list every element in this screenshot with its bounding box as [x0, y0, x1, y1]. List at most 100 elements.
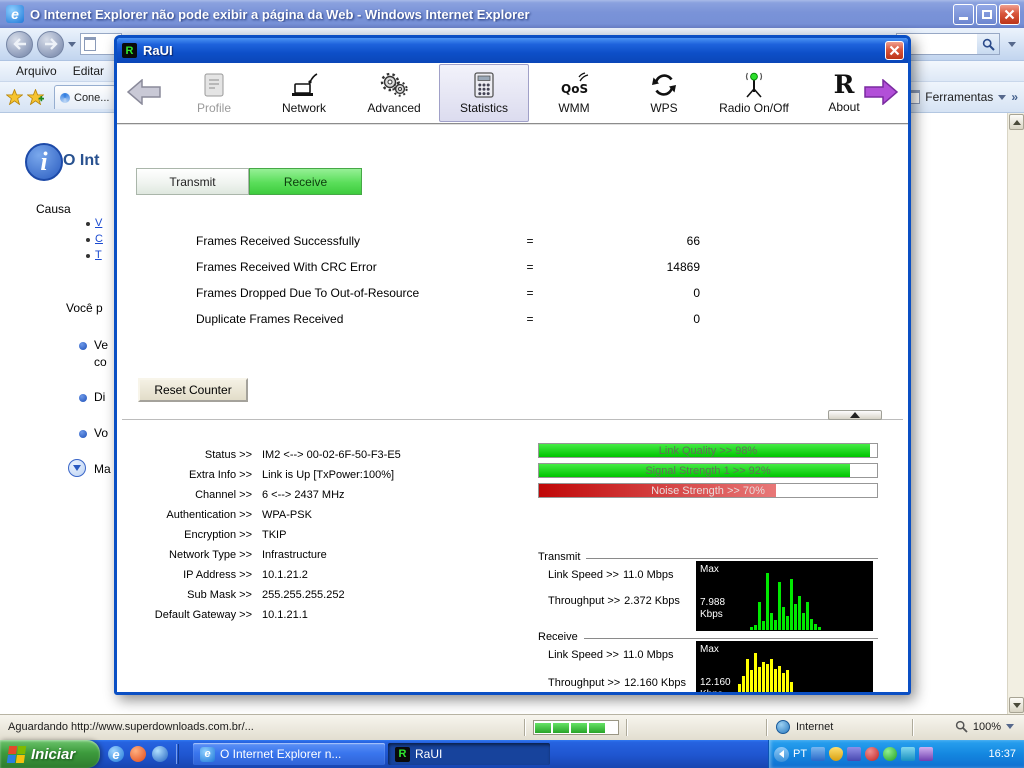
- ie-window-title: O Internet Explorer não pode exibir a pá…: [30, 7, 947, 22]
- tab-transmit[interactable]: Transmit: [136, 168, 249, 195]
- taskbar-buttons: e O Internet Explorer n... R RaUI: [189, 740, 768, 768]
- tools-menu[interactable]: Ferramentas: [925, 90, 993, 104]
- tray-antivirus-icon[interactable]: [865, 747, 879, 761]
- quick-launch-globe-icon[interactable]: [152, 746, 168, 762]
- toolbar-item-network[interactable]: Network: [259, 64, 349, 122]
- stat-equals: =: [520, 286, 540, 300]
- statistics-tabs: Transmit Receive: [136, 168, 362, 195]
- status-value: TKIP: [262, 529, 401, 541]
- toolbar-item-statistics[interactable]: Statistics: [439, 64, 529, 122]
- vertical-scrollbar[interactable]: [1007, 113, 1024, 714]
- back-button[interactable]: [6, 31, 33, 58]
- forward-arrow-icon: [864, 79, 898, 105]
- page-link[interactable]: V: [95, 217, 102, 229]
- toolbar-item-advanced[interactable]: Advanced: [349, 64, 439, 122]
- status-label: Channel >>: [125, 489, 252, 501]
- tray-app-icon-blue[interactable]: [847, 747, 861, 761]
- status-label: Default Gateway >>: [125, 609, 252, 621]
- stat-label: Frames Dropped Due To Out-of-Resource: [196, 286, 520, 300]
- stat-equals: =: [520, 260, 540, 274]
- taskbar-button-label: O Internet Explorer n...: [220, 747, 341, 761]
- zoom-level[interactable]: 100%: [973, 721, 1001, 733]
- taskbar-button-ie[interactable]: e O Internet Explorer n...: [193, 743, 385, 765]
- scroll-down-icon: [1013, 703, 1021, 708]
- qos-icon: QoS: [559, 72, 589, 98]
- ie-titlebar[interactable]: e O Internet Explorer não pode exibir a …: [0, 0, 1024, 28]
- raui-close-button[interactable]: [885, 41, 904, 60]
- tab-label: Cone...: [74, 92, 109, 104]
- table-row: Frames Received Successfully = 66: [196, 228, 700, 254]
- tab-receive[interactable]: Receive: [249, 168, 362, 195]
- throughput-value: 12.160 Kbps: [624, 677, 686, 689]
- quick-launch-ie-icon[interactable]: e: [108, 746, 124, 762]
- tray-clock[interactable]: 16:37: [988, 748, 1016, 760]
- receive-throughput-chart: Max 12.160Kbps: [696, 641, 873, 695]
- list-item: Ve: [94, 338, 108, 352]
- expand-section-button[interactable]: [68, 459, 86, 477]
- transmit-chart-bars: [698, 573, 871, 630]
- tray-network-icon[interactable]: [901, 747, 915, 761]
- system-tray: PT 16:37: [768, 740, 1024, 768]
- favorites-star-icon[interactable]: [6, 89, 23, 105]
- menu-arquivo[interactable]: Arquivo: [8, 61, 65, 81]
- tray-hidden-icons-button[interactable]: [774, 747, 789, 762]
- taskbar-button-raui[interactable]: R RaUI: [388, 743, 550, 765]
- page-link[interactable]: T: [95, 249, 102, 261]
- toolbar-item-wps[interactable]: WPS: [619, 64, 709, 122]
- reset-counter-button[interactable]: Reset Counter: [138, 378, 248, 402]
- minimize-button[interactable]: [953, 4, 974, 25]
- close-button[interactable]: [999, 4, 1020, 25]
- tools-dropdown-icon[interactable]: [998, 95, 1006, 100]
- raui-titlebar[interactable]: R RaUI: [117, 38, 908, 63]
- toolbar-item-profile[interactable]: Profile: [169, 64, 259, 122]
- zoom-magnifier-icon: [955, 720, 968, 733]
- tray-security-shield-icon[interactable]: [829, 747, 843, 761]
- browser-tab[interactable]: Cone...: [54, 85, 116, 109]
- maximize-button[interactable]: [976, 4, 997, 25]
- search-options-dropdown-icon[interactable]: [1008, 42, 1016, 47]
- statusbar-divider: [524, 719, 526, 736]
- quick-launch-bar: e: [100, 740, 189, 768]
- quick-launch-browser-icon[interactable]: [130, 746, 146, 762]
- scroll-down-button[interactable]: [1009, 697, 1024, 713]
- add-favorite-star-icon[interactable]: [27, 89, 44, 105]
- history-dropdown-icon[interactable]: [68, 42, 76, 47]
- toolbar-overflow-chevron[interactable]: »: [1011, 90, 1018, 104]
- stat-value: 66: [540, 234, 700, 248]
- scroll-up-button[interactable]: [1009, 114, 1024, 130]
- taskbar: Iniciar e e O Internet Explorer n... R R…: [0, 740, 1024, 768]
- toolbar-grip[interactable]: [176, 744, 179, 764]
- tray-messenger-icon[interactable]: [883, 747, 897, 761]
- ie-logo-icon: e: [200, 747, 215, 762]
- toolbar-back-button[interactable]: [127, 79, 161, 110]
- toolbar-item-radio-on-off[interactable]: Radio On/Off: [709, 64, 799, 122]
- chevron-up-icon: [850, 412, 860, 418]
- raui-window-title: RaUI: [143, 43, 879, 58]
- progress-bar: [533, 720, 619, 735]
- chevron-left-icon: [779, 750, 784, 758]
- search-button[interactable]: [977, 34, 999, 54]
- toolbar-item-wmm[interactable]: QoS WMM: [529, 64, 619, 122]
- list-item: Ma: [94, 462, 111, 476]
- divider: [586, 558, 878, 559]
- raui-app-icon: R: [395, 747, 410, 762]
- tray-language-indicator[interactable]: PT: [793, 748, 807, 760]
- status-value: 10.1.21.1: [262, 609, 401, 621]
- page-link[interactable]: C: [95, 233, 103, 245]
- search-input[interactable]: [896, 33, 1000, 55]
- menu-editar[interactable]: Editar: [65, 61, 112, 81]
- collapse-panel-button[interactable]: [828, 410, 882, 420]
- zoom-dropdown-icon[interactable]: [1006, 724, 1014, 729]
- statusbar-divider: [912, 719, 914, 736]
- throughput-value: 2.372 Kbps: [624, 595, 680, 607]
- raui-toolbar: Profile Network Advanced Statistics: [117, 63, 908, 125]
- start-button[interactable]: Iniciar: [0, 740, 100, 768]
- close-icon: [889, 45, 900, 56]
- profile-icon: [201, 72, 227, 98]
- toolbar-forward-button[interactable]: [864, 79, 898, 110]
- status-loading-text: Aguardando http://www.superdownloads.com…: [8, 721, 254, 733]
- forward-button[interactable]: [37, 31, 64, 58]
- tray-volume-icon[interactable]: [919, 747, 933, 761]
- tray-display-icon[interactable]: [811, 747, 825, 761]
- status-value: 6 <--> 2437 MHz: [262, 489, 401, 501]
